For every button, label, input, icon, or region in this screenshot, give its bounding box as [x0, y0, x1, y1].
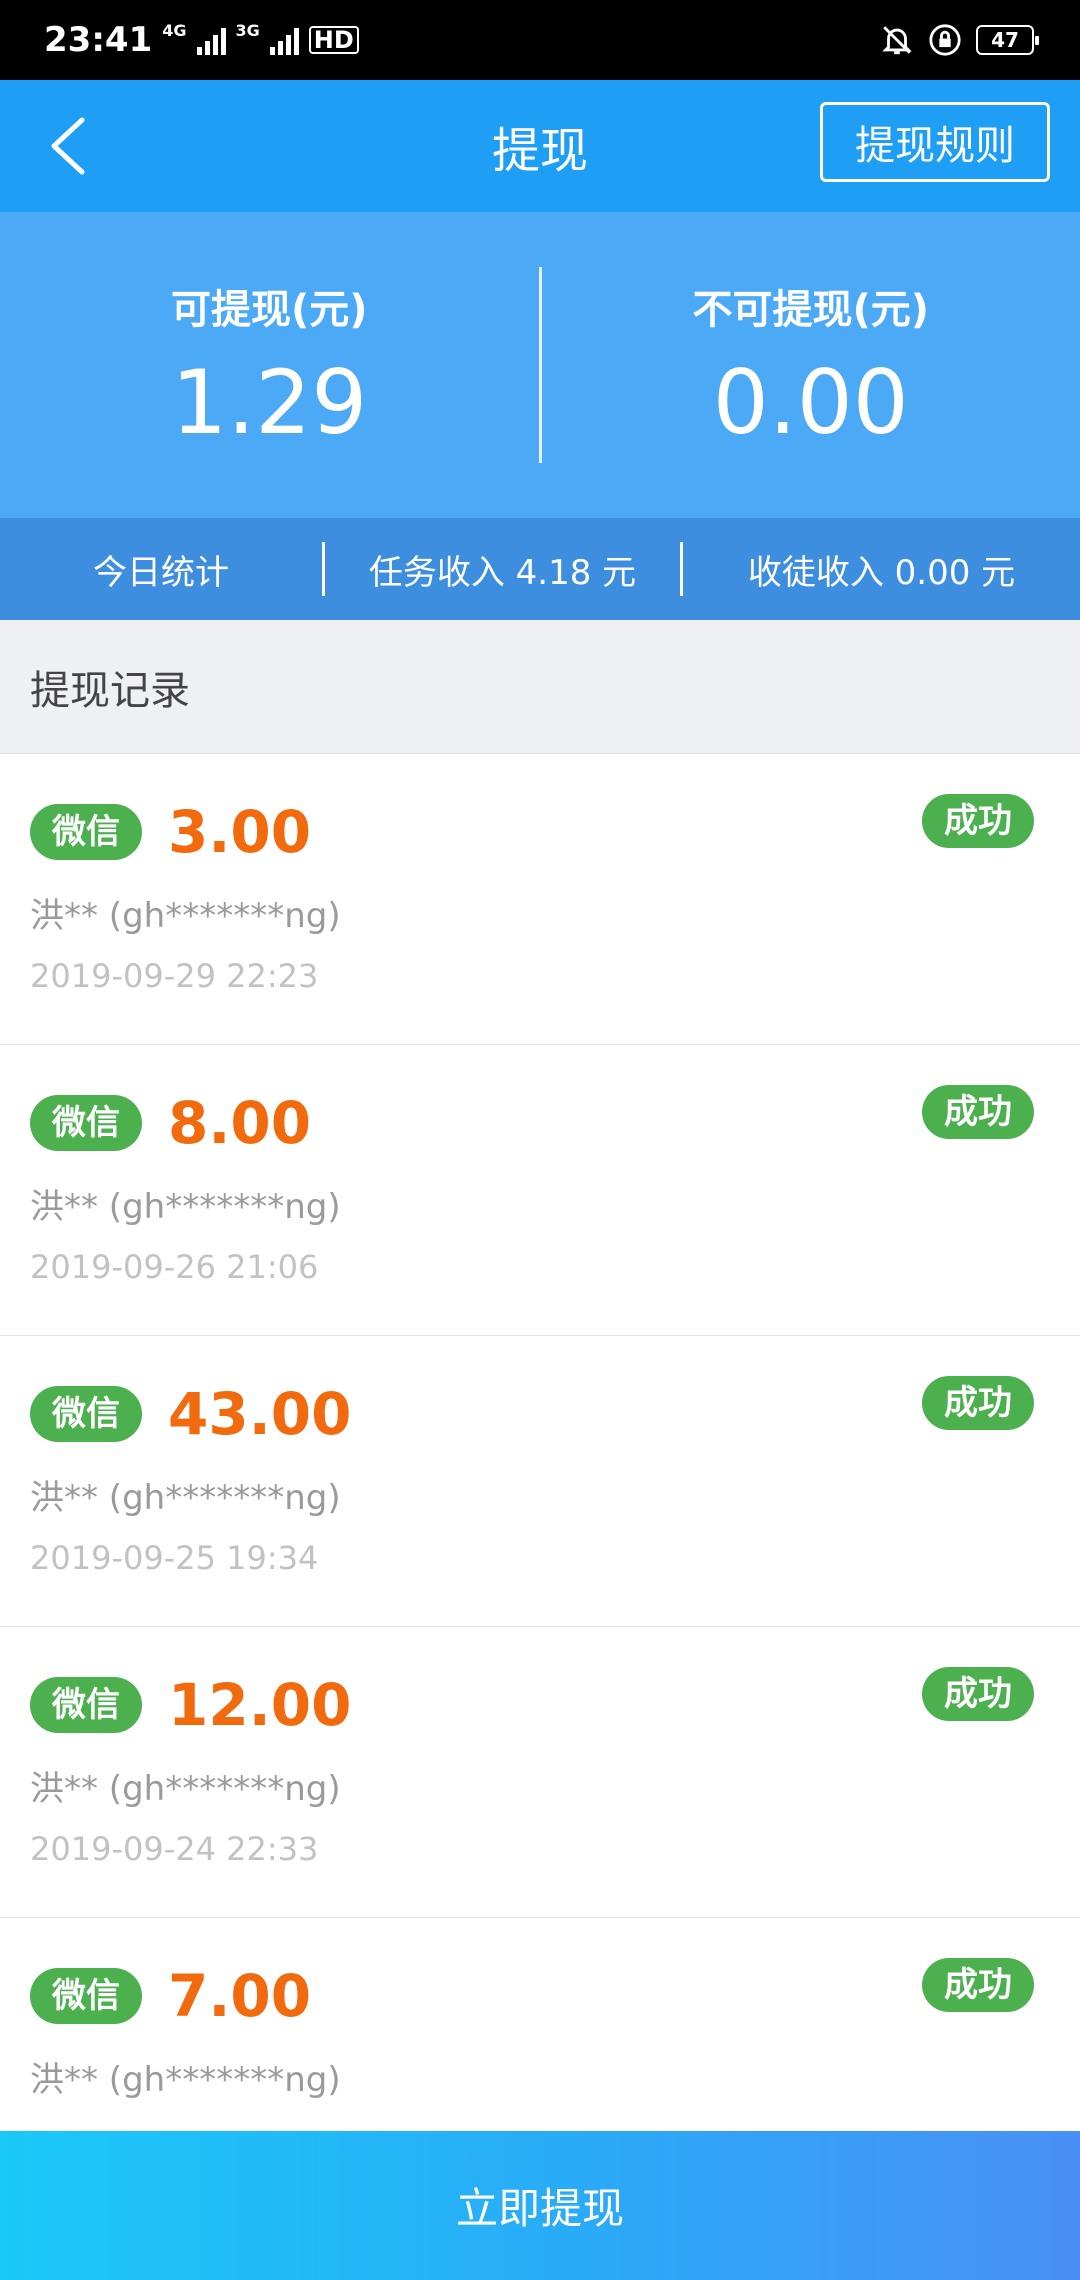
list-item[interactable]: 微信 43.00 成功 洪** (gh*******ng) 2019-09-25…	[0, 1336, 1080, 1627]
channel-badge: 微信	[30, 1386, 142, 1442]
channel-badge: 微信	[30, 1095, 142, 1151]
back-arrow-icon[interactable]	[40, 114, 104, 178]
status-badge: 成功	[922, 1085, 1034, 1139]
record-amount: 7.00	[168, 1962, 312, 2030]
status-bar: 23:41 4G 3G HD 47	[0, 0, 1080, 80]
signal-icon-2	[269, 25, 299, 55]
mute-bell-icon	[882, 26, 912, 55]
channel-badge: 微信	[30, 1677, 142, 1733]
record-account: 洪** (gh*******ng)	[30, 1769, 341, 1809]
record-amount: 12.00	[168, 1671, 352, 1739]
records-header: 提现记录	[0, 620, 1080, 754]
status-right: 47	[880, 23, 1039, 57]
available-value: 1.29	[171, 350, 368, 454]
withdraw-records-list: 微信 3.00 成功 洪** (gh*******ng) 2019-09-29 …	[0, 754, 1080, 2209]
status-time: 23:41	[44, 20, 153, 60]
channel-badge: 微信	[30, 1968, 142, 2024]
stats-today-label: 今日统计	[93, 552, 229, 593]
record-account: 洪** (gh*******ng)	[30, 896, 341, 936]
channel-badge: 微信	[30, 804, 142, 860]
balance-divider	[538, 267, 542, 463]
lock-rotation-icon	[929, 24, 961, 56]
balance-panel: 可提现(元) 1.29 不可提现(元) 0.00	[0, 212, 1080, 518]
withdraw-rules-button[interactable]: 提现规则	[820, 102, 1050, 182]
withdraw-now-button[interactable]: 立即提现	[0, 2131, 1080, 2280]
available-label: 可提现(元)	[170, 286, 368, 333]
status-left: 23:41 4G 3G HD	[44, 20, 359, 60]
record-time: 2019-09-24 22:33	[30, 1830, 319, 1868]
network-type-1: 4G	[162, 21, 187, 40]
record-amount: 8.00	[168, 1089, 312, 1157]
available-balance: 可提现(元) 1.29	[0, 277, 539, 454]
list-item[interactable]: 微信 12.00 成功 洪** (gh*******ng) 2019-09-24…	[0, 1627, 1080, 1918]
stats-task-income: 任务收入 4.18 元	[368, 552, 637, 593]
battery-icon: 47	[976, 25, 1039, 55]
status-badge: 成功	[922, 1376, 1034, 1430]
page-title: 提现	[491, 123, 588, 179]
unavailable-value: 0.00	[712, 350, 909, 454]
list-item[interactable]: 微信 3.00 成功 洪** (gh*******ng) 2019-09-29 …	[0, 754, 1080, 1045]
hd-voice-icon: HD	[308, 26, 359, 54]
record-time: 2019-09-26 21:06	[30, 1248, 319, 1286]
record-time: 2019-09-25 19:34	[30, 1539, 319, 1577]
signal-icon	[196, 25, 226, 55]
record-amount: 43.00	[168, 1380, 352, 1448]
unavailable-label: 不可提现(元)	[692, 286, 930, 333]
record-account: 洪** (gh*******ng)	[30, 1187, 341, 1227]
record-account: 洪** (gh*******ng)	[30, 1478, 341, 1518]
status-badge: 成功	[922, 794, 1034, 848]
nav-bar: 提现 提现规则	[0, 80, 1080, 212]
network-type-2: 3G	[235, 21, 260, 40]
status-badge: 成功	[922, 1667, 1034, 1721]
status-badge: 成功	[922, 1958, 1034, 2012]
list-item[interactable]: 微信 8.00 成功 洪** (gh*******ng) 2019-09-26 …	[0, 1045, 1080, 1336]
unavailable-balance: 不可提现(元) 0.00	[542, 277, 1080, 454]
record-account: 洪** (gh*******ng)	[30, 2060, 341, 2100]
record-time: 2019-09-29 22:23	[30, 957, 319, 995]
today-stats-bar: 今日统计 任务收入 4.18 元 收徒收入 0.00 元	[0, 518, 1080, 620]
stats-apprentice-income: 收徒收入 0.00 元	[747, 552, 1016, 593]
record-amount: 3.00	[168, 798, 312, 866]
